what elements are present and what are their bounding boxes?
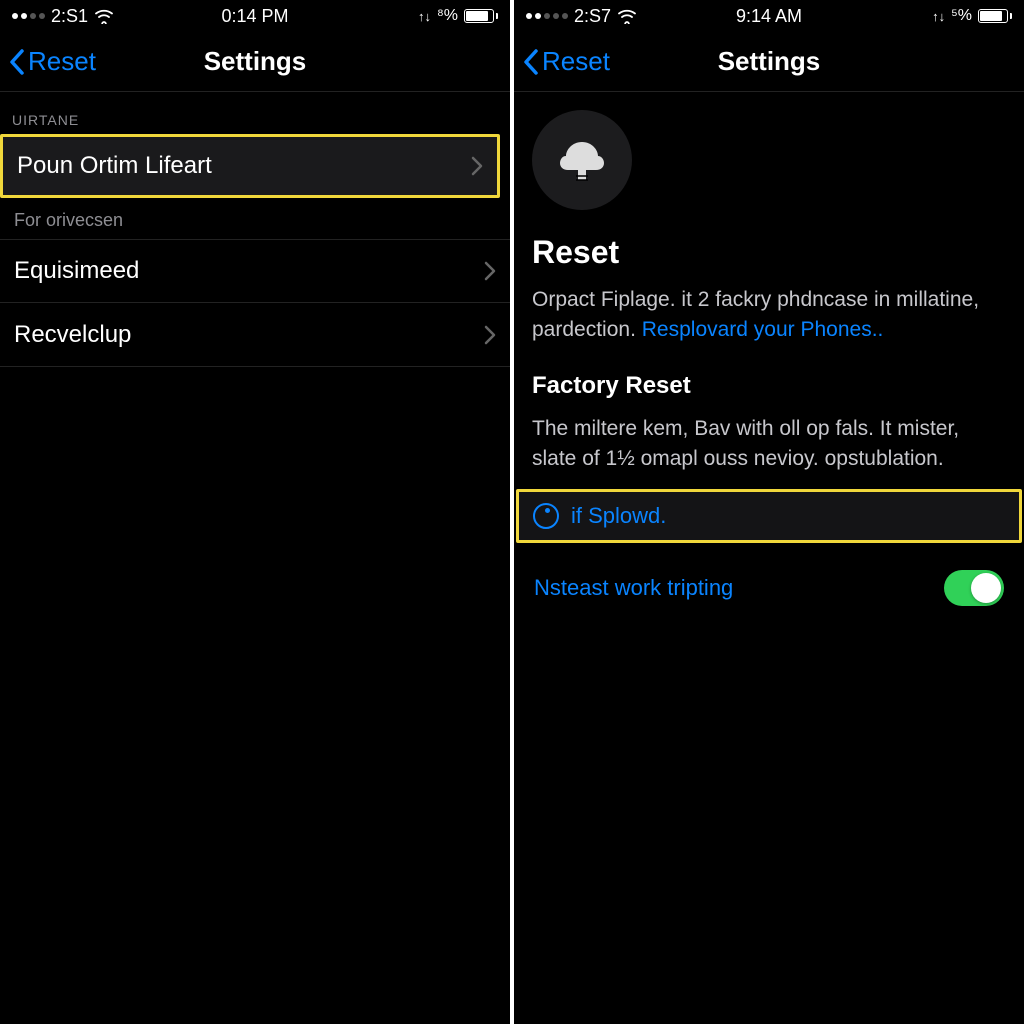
battery-icon	[464, 9, 498, 23]
toggle-row-nsteast: Nsteast work tripting	[514, 561, 1024, 615]
chevron-left-icon	[522, 48, 540, 76]
battery-icon	[978, 9, 1012, 23]
chevron-right-icon	[484, 261, 496, 281]
cellular-icon: ↑↓	[932, 9, 945, 24]
wifi-icon	[94, 8, 114, 24]
settings-row-poun[interactable]: Poun Ortim Lifeart	[0, 134, 500, 198]
factory-reset-description: The miltere kem, Bav with oll op fals. I…	[532, 414, 1006, 475]
chevron-right-icon	[484, 325, 496, 345]
status-bar: 2:S7 9:14 AM ↑↓ ⁵%	[514, 0, 1024, 32]
info-title: Reset	[532, 234, 1006, 271]
signal-dots-icon	[526, 13, 568, 19]
clock: 0:14 PM	[221, 6, 288, 27]
chevron-right-icon	[471, 156, 483, 176]
timer-icon	[533, 503, 559, 529]
nav-bar: Reset Settings	[0, 32, 510, 92]
factory-reset-title: Factory Reset	[532, 372, 1006, 400]
battery-text: ⁵%	[951, 7, 972, 25]
wifi-icon	[617, 8, 637, 24]
action-splowd[interactable]: if Splowd.	[516, 489, 1022, 543]
cellular-icon: ↑↓	[418, 9, 431, 24]
chevron-left-icon	[8, 48, 26, 76]
status-bar: 2:S1 0:14 PM ↑↓ ⁸%	[0, 0, 510, 32]
toggle-switch[interactable]	[944, 570, 1004, 606]
clock: 9:14 AM	[736, 6, 802, 27]
section-header: UIRTANE	[0, 92, 510, 134]
row-label: Equisimeed	[14, 257, 139, 285]
phone-right: 2:S7 9:14 AM ↑↓ ⁵% Reset Settin	[514, 0, 1024, 1024]
toggle-label: Nsteast work tripting	[534, 575, 733, 601]
row-label: Recvelclup	[14, 321, 131, 349]
signal-dots-icon	[12, 13, 45, 19]
back-button[interactable]: Reset	[522, 46, 610, 77]
settings-row-recvelclup[interactable]: Recvelclup	[0, 303, 510, 367]
info-link[interactable]: Resplovard your Phones..	[642, 318, 884, 341]
back-button[interactable]: Reset	[8, 46, 96, 77]
action-label: if Splowd.	[571, 503, 666, 529]
settings-row-equisimeed[interactable]: Equisimeed	[0, 239, 510, 303]
nav-bar: Reset Settings	[514, 32, 1024, 92]
phone-left: 2:S1 0:14 PM ↑↓ ⁸% Reset Settin	[0, 0, 510, 1024]
back-label: Reset	[28, 46, 96, 77]
reset-hero-icon	[532, 110, 632, 210]
info-description: Orpact Fiplage. it 2 fackry phdncase in …	[532, 285, 1006, 346]
carrier-time: 2:S1	[51, 6, 88, 27]
carrier-time: 2:S7	[574, 6, 611, 27]
row-label: Poun Ortim Lifeart	[17, 152, 212, 180]
section-footer: For orivecsen	[0, 198, 510, 239]
back-label: Reset	[542, 46, 610, 77]
battery-text: ⁸%	[437, 7, 458, 25]
